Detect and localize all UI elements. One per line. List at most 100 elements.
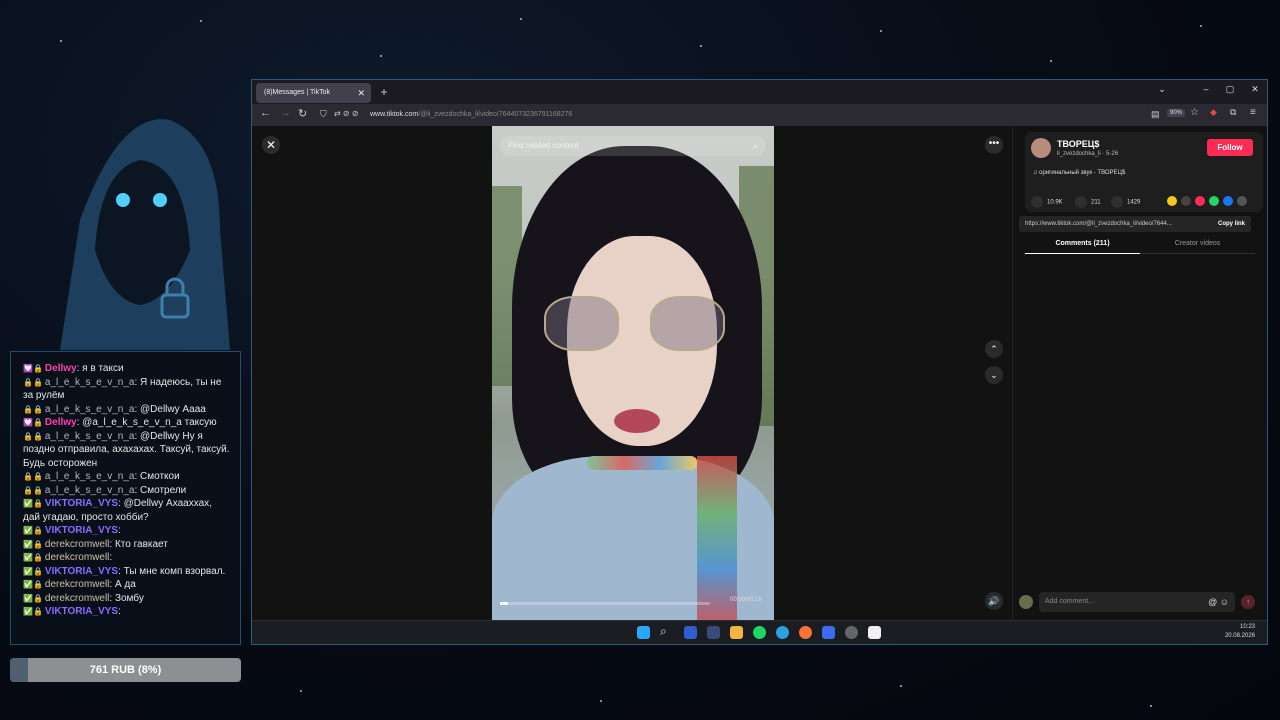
firefox-icon[interactable]: [799, 626, 812, 639]
next-video-button[interactable]: ⌄: [985, 366, 1003, 384]
author-name[interactable]: ТВОРЕЦ$: [1057, 139, 1099, 149]
close-tab-icon[interactable]: ✕: [357, 83, 365, 103]
new-tab-button[interactable]: +: [376, 83, 392, 101]
author-username-date: li_zvezdochka_li · 5-26: [1057, 151, 1119, 157]
chat-badges-icon: 🔒🔒: [23, 404, 43, 414]
embed-icon[interactable]: [1181, 196, 1191, 206]
like-count[interactable]: 10.9K: [1031, 196, 1063, 208]
user-avatar: [1019, 595, 1033, 609]
chat-username[interactable]: a_l_e_k_s_e_v_n_a: [45, 377, 135, 388]
chat-message: ✅🔒 VIKTORIA_VYS:: [23, 605, 230, 619]
reload-icon[interactable]: ↻: [298, 107, 307, 120]
windows-start-icon[interactable]: [637, 626, 650, 639]
related-search-input[interactable]: Find related content ⌕: [500, 136, 766, 156]
previous-video-button[interactable]: ⌃: [985, 340, 1003, 358]
video-progress-bar[interactable]: [500, 602, 710, 605]
close-window-button[interactable]: ✕: [1248, 84, 1262, 95]
chat-username[interactable]: VIKTORIA_VYS: [45, 525, 118, 536]
chat-text: : Смотрели: [134, 484, 187, 496]
sound-link[interactable]: ♫ оригинальный звук - ТВОРЕЦ$: [1033, 170, 1125, 176]
comment-icon: [1075, 196, 1087, 208]
taskbar-search-icon[interactable]: ⌕: [660, 624, 673, 638]
donation-goal-bar: 761 RUB (8%): [10, 658, 241, 682]
minimize-button[interactable]: –: [1199, 84, 1213, 94]
shield-icon[interactable]: ⛉: [320, 109, 327, 120]
star: [1200, 25, 1202, 27]
chat-badges-icon: 🔒🔒: [23, 472, 43, 481]
video-player[interactable]: Find related content ⌕ 00:00/00:16: [492, 126, 774, 620]
coin-icon[interactable]: [1167, 196, 1177, 206]
chat-username[interactable]: VIKTORIA_VYS: [45, 606, 118, 617]
search-icon[interactable]: ⌕: [753, 136, 758, 156]
volume-button[interactable]: 🔊: [985, 592, 1003, 610]
clock-date[interactable]: 20.08.2026: [1225, 633, 1255, 639]
related-search-placeholder: Find related content: [508, 141, 579, 150]
app-icon-4[interactable]: [845, 626, 858, 639]
clock-time[interactable]: 10:23: [1240, 624, 1255, 630]
reader-view-icon[interactable]: ▤: [1151, 109, 1160, 120]
follow-button[interactable]: Follow: [1207, 139, 1253, 156]
chat-username[interactable]: derekcromwell: [45, 579, 109, 590]
forward-icon[interactable]: →: [280, 107, 291, 119]
chat-username[interactable]: derekcromwell: [45, 552, 109, 563]
extension-icon[interactable]: ◆: [1210, 107, 1217, 118]
browser-tab[interactable]: (8)Messages | TikTok ✕: [256, 83, 371, 103]
extensions-puzzle-icon[interactable]: ⧉: [1230, 107, 1236, 118]
chat-message: 🔒🔒 a_l_e_k_s_e_v_n_a: @Dellwy Аааа: [23, 403, 230, 417]
app-icon-1[interactable]: [684, 626, 697, 639]
chat-text: :: [118, 525, 121, 536]
app-icon-2[interactable]: [707, 626, 720, 639]
facebook-icon[interactable]: [1223, 196, 1233, 206]
chat-username[interactable]: a_l_e_k_s_e_v_n_a: [45, 471, 135, 482]
file-explorer-icon[interactable]: [730, 626, 743, 639]
copy-link-button[interactable]: Copy link: [1218, 216, 1245, 232]
back-icon[interactable]: ←: [260, 107, 271, 119]
comment-count[interactable]: 211: [1075, 196, 1101, 208]
comment-count-text: 211: [1091, 199, 1101, 206]
video-scarf: [697, 456, 737, 620]
app-icon-3[interactable]: [822, 626, 835, 639]
chat-username[interactable]: VIKTORIA_VYS: [45, 566, 118, 577]
author-avatar[interactable]: [1031, 138, 1051, 158]
more-options-button[interactable]: •••: [985, 136, 1003, 154]
comment-input[interactable]: Add comment... @ ☺: [1039, 592, 1235, 612]
list-tabs-icon[interactable]: ⌄: [1155, 84, 1169, 95]
chat-message: ✅🔒 VIKTORIA_VYS: @Dellwy Ахааххах, дай уг…: [23, 497, 230, 524]
maximize-button[interactable]: ▢: [1223, 84, 1237, 95]
chat-username[interactable]: VIKTORIA_VYS: [45, 498, 118, 509]
zoom-level[interactable]: 90%: [1167, 109, 1186, 117]
bookmark-star-icon[interactable]: ☆: [1190, 107, 1199, 118]
tab-comments[interactable]: Comments (211): [1025, 240, 1140, 254]
send-icon[interactable]: [1195, 196, 1205, 206]
video-link-box[interactable]: https://www.tiktok.com/@li_zvezdochka_li…: [1019, 216, 1251, 232]
telegram-icon[interactable]: [776, 626, 789, 639]
close-video-button[interactable]: ✕: [262, 136, 280, 154]
video-side-panel: ТВОРЕЦ$ li_zvezdochka_li · 5-26 Follow ♫…: [1012, 126, 1267, 644]
chat-username[interactable]: derekcromwell: [45, 539, 109, 550]
comment-composer: Add comment... @ ☺ ↑: [1019, 592, 1255, 612]
save-count[interactable]: 1429: [1111, 196, 1140, 208]
chat-username[interactable]: Dellwy: [45, 417, 77, 428]
chat-message: 🔒🔒 a_l_e_k_s_e_v_n_a: Я надеюсь, ты не за…: [23, 376, 230, 403]
chat-badges-icon: 🔒🔒: [23, 431, 43, 441]
permissions-icon[interactable]: ⇄ ⊘ ⊘: [334, 109, 359, 118]
bookmark-icon: [1111, 196, 1123, 208]
tab-creator-videos[interactable]: Creator videos: [1140, 240, 1255, 254]
chat-username[interactable]: derekcromwell: [45, 593, 109, 604]
url-bar[interactable]: www.tiktok.com/@li_zvezdochka_li/video/7…: [370, 108, 572, 122]
share-arrow-icon[interactable]: [1237, 196, 1247, 206]
menu-icon[interactable]: ≡: [1250, 107, 1256, 118]
chat-text: :: [118, 606, 121, 617]
post-comment-button[interactable]: ↑: [1241, 595, 1255, 609]
chat-text: :: [109, 552, 113, 563]
chat-badges-icon: 🔒🔒: [23, 377, 43, 387]
chat-username[interactable]: Dellwy: [45, 363, 77, 374]
spotify-icon[interactable]: [753, 626, 766, 639]
mention-emoji-icons[interactable]: @ ☺: [1208, 592, 1229, 612]
chat-username[interactable]: a_l_e_k_s_e_v_n_a: [45, 404, 135, 415]
chat-username[interactable]: a_l_e_k_s_e_v_n_a: [45, 485, 135, 496]
chat-badges-icon: ✅🔒: [23, 607, 43, 616]
chat-username[interactable]: a_l_e_k_s_e_v_n_a: [45, 431, 135, 442]
whatsapp-icon[interactable]: [1209, 196, 1219, 206]
app-icon-5[interactable]: [868, 626, 881, 639]
